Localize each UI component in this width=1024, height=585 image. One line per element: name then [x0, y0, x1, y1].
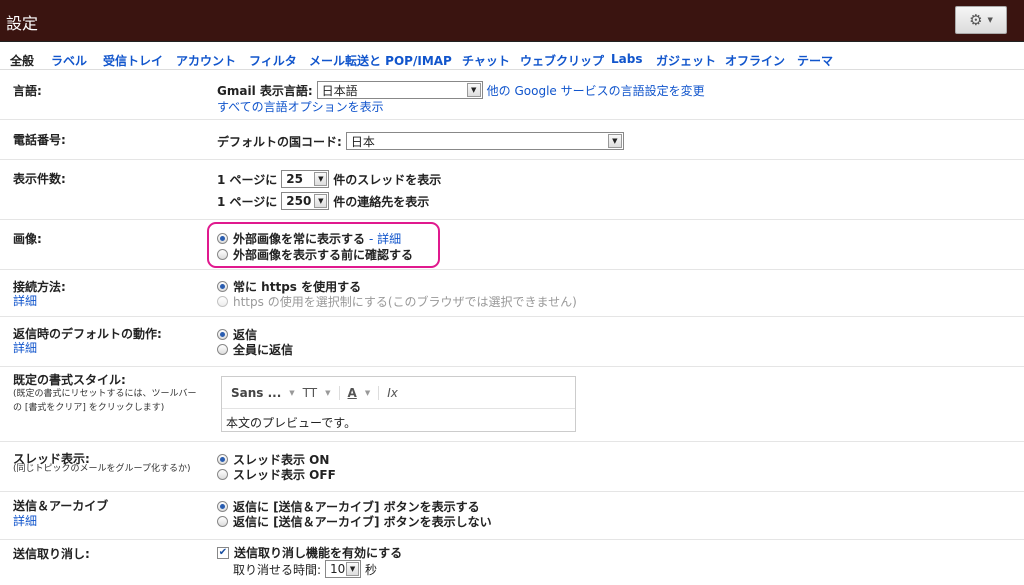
undo-send-checkbox[interactable]: ✔	[217, 546, 229, 559]
text-style-label: 既定の書式スタイル:	[13, 373, 126, 387]
chevron-down-icon: ▼	[364, 388, 371, 397]
chevron-down-icon: ▼	[346, 562, 360, 576]
connection-row: 接続方法: 詳細 常に https を使用する https の使用を選択制にする…	[0, 270, 1024, 317]
chevron-down-icon: ▼	[325, 388, 331, 397]
country-code-select[interactable]: 日本 ▼	[345, 132, 624, 150]
text-style-note-line2: の [書式をクリア] をクリックします)	[13, 403, 165, 413]
phone-label: 電話番号:	[13, 133, 66, 147]
page-title: 設定	[6, 14, 39, 33]
reply-all-radio[interactable]	[217, 344, 228, 355]
font-family-button[interactable]: Sans ...	[231, 386, 281, 400]
undo-send-checkbox-label: 送信取り消し機能を有効にする	[234, 546, 403, 560]
optional-https-label: https の使用を選択制にする(このブラウザでは選択できません)	[233, 295, 577, 309]
tab-general[interactable]: 全般	[10, 52, 34, 69]
tab-themes[interactable]: テーマ	[797, 52, 833, 69]
undo-period-select[interactable]: 10 ▼	[325, 560, 362, 578]
toolbar-divider	[338, 385, 340, 400]
language-label: 言語:	[13, 84, 42, 98]
tab-labs[interactable]: Labs	[611, 52, 642, 66]
connection-detail-link[interactable]: 詳細	[13, 292, 37, 309]
threading-on-radio[interactable]	[217, 454, 228, 465]
all-language-options-link[interactable]: すべての言語オプションを表示	[217, 98, 384, 115]
reply-detail-link[interactable]: 詳細	[13, 339, 37, 356]
font-size-icon[interactable]: TT	[303, 386, 317, 400]
country-code-label: デフォルトの国コード:	[217, 134, 342, 149]
settings-gear-button[interactable]: ⚙ ▼	[955, 6, 1007, 34]
text-color-icon[interactable]: A	[348, 386, 357, 400]
hide-send-archive-radio[interactable]	[217, 516, 228, 527]
contacts-prefix: 1 ページに	[217, 194, 278, 209]
chevron-down-icon: ▼	[987, 16, 993, 24]
text-style-note-line1: (既定の書式にリセットするには、ツールバー	[13, 389, 197, 399]
text-style-preview: 本文のプレビューです。	[226, 416, 357, 430]
hide-send-archive-label: 返信に [送信＆アーカイブ] ボタンを表示しない	[233, 515, 492, 529]
country-code-value: 日本	[350, 134, 375, 149]
chevron-down-icon: ▼	[466, 83, 481, 97]
gear-icon: ⚙	[969, 10, 983, 29]
tab-forwarding-pop-imap[interactable]: メール転送と POP/IMAP	[309, 52, 452, 69]
chevron-down-icon: ▼	[289, 388, 295, 397]
threads-per-page-select[interactable]: 25 ▼	[281, 170, 330, 188]
threads-prefix: 1 ページに	[217, 172, 278, 187]
page-size-label: 表示件数:	[13, 172, 66, 186]
tab-gadgets[interactable]: ガジェット	[656, 52, 716, 69]
contacts-per-page-value: 250	[286, 194, 312, 208]
display-language-label: Gmail 表示言語:	[217, 83, 313, 98]
optional-https-radio	[217, 296, 228, 307]
tab-filters[interactable]: フィルタ	[249, 52, 297, 69]
reply-all-option-label: 全員に返信	[233, 343, 294, 357]
contacts-per-page-select[interactable]: 250 ▼	[281, 192, 330, 210]
tab-offline[interactable]: オフライン	[725, 52, 785, 69]
threading-note: (同じトピックのメールをグループ化するか)	[13, 464, 191, 474]
title-bar: 設定 ⚙ ▼	[0, 0, 1024, 42]
settings-tabs: 全般 ラベル 受信トレイ アカウント フィルタ メール転送と POP/IMAP …	[0, 44, 1024, 70]
text-style-editor: Sans ... ▼ TT ▼ A ▼ Ix 本文のプレビューです。	[221, 376, 576, 432]
tab-web-clips[interactable]: ウェブクリップ	[520, 52, 604, 69]
undo-period-label: 取り消せる時間:	[233, 562, 322, 577]
undo-period-unit: 秒	[365, 562, 378, 577]
language-row: 言語: Gmail 表示言語: 日本語 ▼ 他の Google サービスの言語設…	[0, 71, 1024, 120]
images-row: 画像: 外部画像を常に表示する - 詳細 外部画像を表示する前に確認する	[0, 220, 1024, 270]
threading-off-label: スレッド表示 OFF	[233, 468, 336, 482]
threads-per-page-value: 25	[286, 172, 303, 186]
page-size-row: 表示件数: 1 ページに 25 ▼ 件のスレッドを表示 1 ページに 250 ▼…	[0, 160, 1024, 220]
send-archive-row: 送信＆アーカイブ 詳細 返信に [送信＆アーカイブ] ボタンを表示する 返信に …	[0, 492, 1024, 540]
images-highlight-annotation	[207, 222, 440, 268]
display-language-select[interactable]: 日本語 ▼	[316, 81, 483, 99]
tab-labels[interactable]: ラベル	[51, 52, 87, 69]
reply-radio[interactable]	[217, 329, 228, 340]
threading-off-radio[interactable]	[217, 469, 228, 480]
toolbar-divider	[378, 385, 380, 400]
formatting-toolbar: Sans ... ▼ TT ▼ A ▼ Ix	[222, 377, 575, 409]
reply-row: 返信時のデフォルトの動作: 詳細 返信 全員に返信	[0, 317, 1024, 367]
tab-inbox[interactable]: 受信トレイ	[103, 52, 163, 69]
clear-formatting-icon[interactable]: Ix	[387, 386, 398, 400]
images-label: 画像:	[13, 232, 42, 246]
undo-send-label: 送信取り消し:	[13, 547, 90, 561]
display-language-value: 日本語	[321, 83, 358, 98]
undo-period-value: 10	[330, 562, 346, 576]
contacts-suffix: 件の連絡先を表示	[333, 194, 430, 209]
phone-row: 電話番号: デフォルトの国コード: 日本 ▼	[0, 120, 1024, 160]
chevron-down-icon: ▼	[314, 172, 328, 186]
chevron-down-icon: ▼	[314, 194, 328, 208]
show-send-archive-radio[interactable]	[217, 501, 228, 512]
other-services-language-link[interactable]: 他の Google サービスの言語設定を変更	[487, 82, 705, 99]
undo-send-row: 送信取り消し: ✔ 送信取り消し機能を有効にする 取り消せる時間: 10 ▼ 秒	[0, 540, 1024, 585]
always-https-radio[interactable]	[217, 281, 228, 292]
threads-suffix: 件のスレッドを表示	[333, 172, 442, 187]
send-archive-detail-link[interactable]: 詳細	[13, 512, 37, 529]
tab-chat[interactable]: チャット	[462, 52, 510, 69]
tab-accounts[interactable]: アカウント	[176, 52, 236, 69]
threading-row: スレッド表示: (同じトピックのメールをグループ化するか) スレッド表示 ON …	[0, 442, 1024, 492]
chevron-down-icon: ▼	[607, 134, 622, 148]
